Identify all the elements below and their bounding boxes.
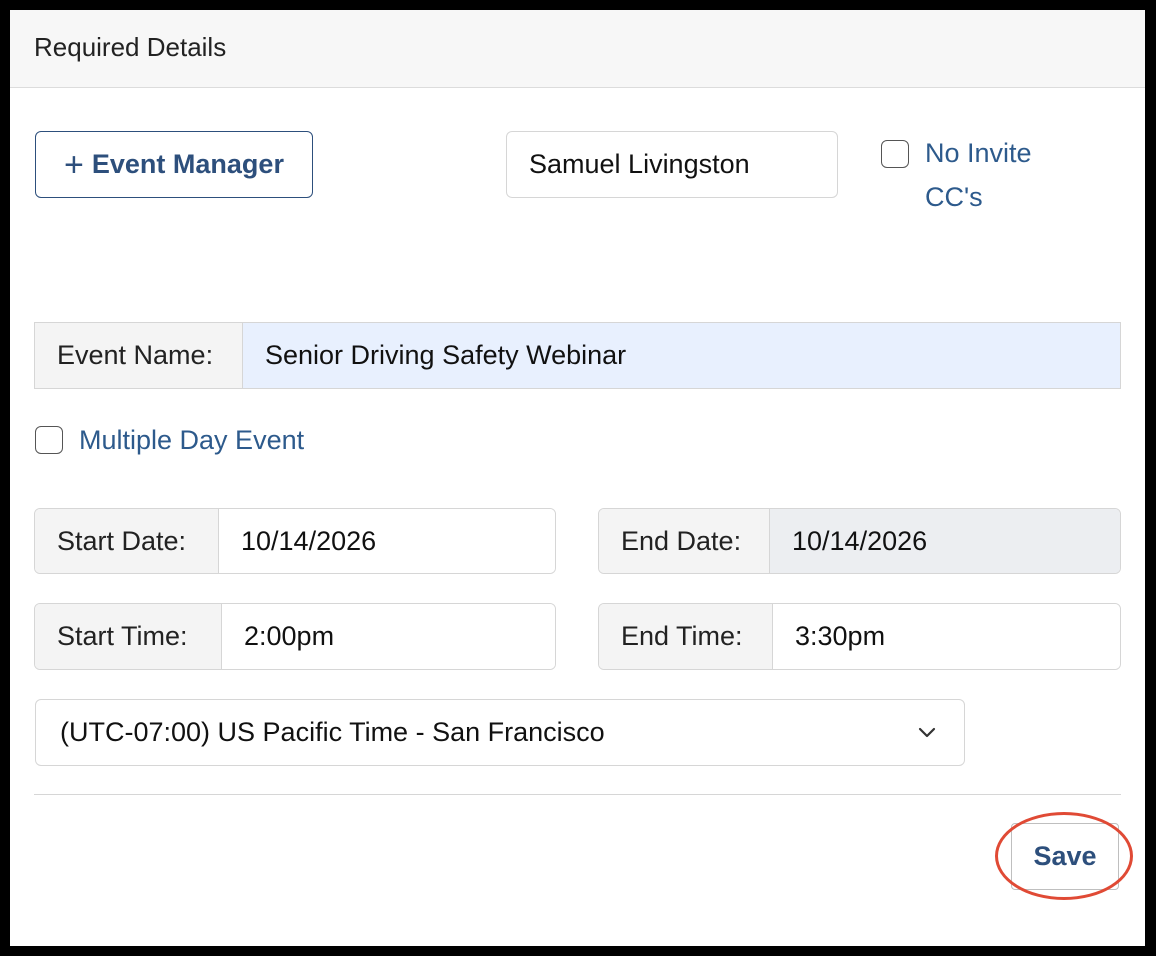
end-date-group: End Date: 10/14/2026 <box>598 508 1121 574</box>
panel-title: Required Details <box>34 32 227 62</box>
divider <box>34 794 1121 795</box>
required-details-panel: Required Details + Event Manager Samuel … <box>10 10 1145 946</box>
event-name-group: Event Name: Senior Driving Safety Webina… <box>34 322 1121 389</box>
no-invite-cc-label[interactable]: No Invite CC's <box>925 131 1085 219</box>
event-manager-button-label: Event Manager <box>91 149 284 179</box>
start-date-group: Start Date: 10/14/2026 <box>34 508 556 574</box>
start-time-group: Start Time: 2:00pm <box>34 603 556 670</box>
save-button[interactable]: Save <box>1011 823 1119 890</box>
end-date-label: End Date: <box>599 509 770 573</box>
timezone-select[interactable]: (UTC-07:00) US Pacific Time - San Franci… <box>35 699 965 766</box>
start-time-label: Start Time: <box>35 604 222 669</box>
start-date-label: Start Date: <box>35 509 219 573</box>
end-date-input: 10/14/2026 <box>770 509 1120 573</box>
panel-header: Required Details <box>10 10 1145 88</box>
multiple-day-event-checkbox[interactable] <box>35 426 63 454</box>
timezone-selected-value: (UTC-07:00) US Pacific Time - San Franci… <box>60 717 605 747</box>
chevron-down-icon <box>918 727 936 738</box>
event-name-input[interactable]: Senior Driving Safety Webinar <box>243 323 1120 388</box>
event-manager-value: Samuel Livingston <box>529 149 750 179</box>
start-date-input[interactable]: 10/14/2026 <box>219 509 555 573</box>
start-time-input[interactable]: 2:00pm <box>222 604 555 669</box>
end-time-input[interactable]: 3:30pm <box>773 604 1120 669</box>
end-time-label: End Time: <box>599 604 773 669</box>
add-event-manager-button[interactable]: + Event Manager <box>35 131 313 198</box>
end-time-group: End Time: 3:30pm <box>598 603 1121 670</box>
multiple-day-event-label[interactable]: Multiple Day Event <box>79 418 304 462</box>
event-name-label: Event Name: <box>35 323 243 388</box>
no-invite-cc-checkbox[interactable] <box>881 140 909 168</box>
event-manager-input[interactable]: Samuel Livingston <box>506 131 838 198</box>
plus-icon: + <box>64 145 84 184</box>
